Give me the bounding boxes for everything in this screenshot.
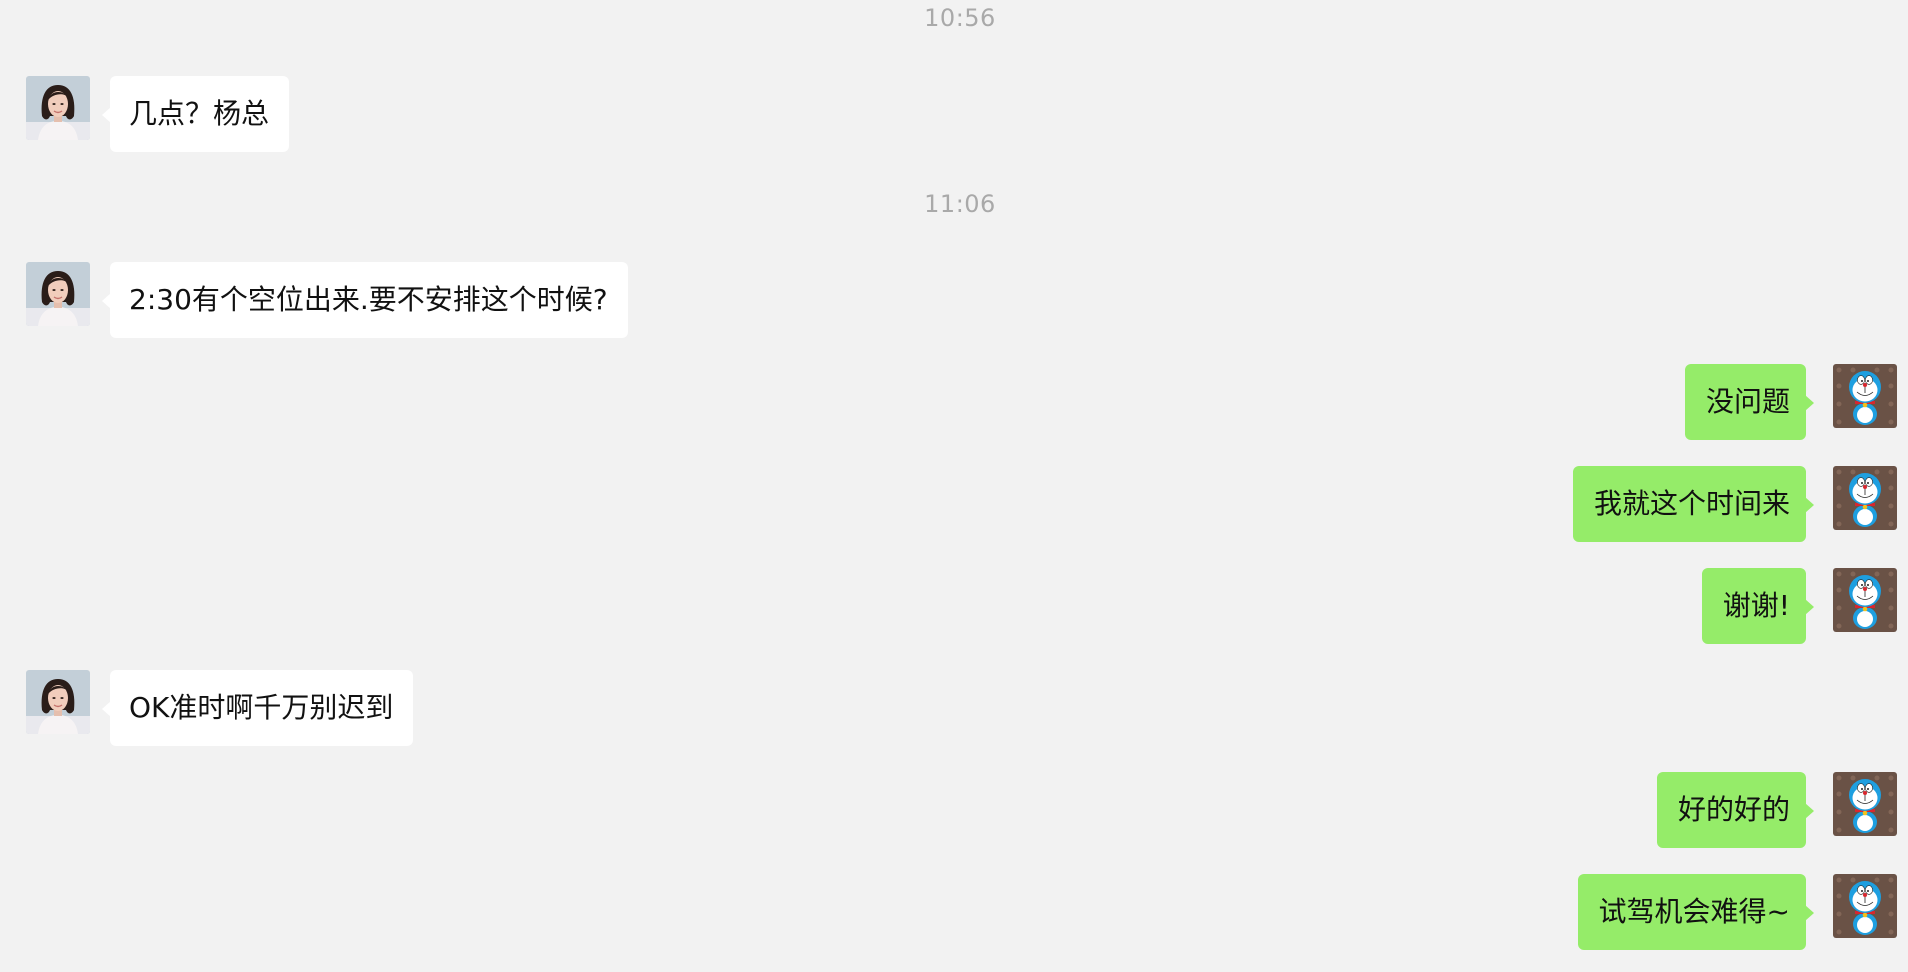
incoming-message-bubble[interactable]: 2:30有个空位出来.要不安排这个时候? — [102, 262, 628, 338]
message-row-1: 几点？杨总 — [0, 76, 1908, 152]
doraemon-avatar-icon[interactable] — [1833, 568, 1897, 632]
message-row-3: 没问题 — [0, 364, 1908, 440]
message-row-7: 好的好的 — [0, 772, 1908, 848]
outgoing-message-bubble[interactable]: 好的好的 — [1656, 772, 1815, 848]
outgoing-message-bubble[interactable]: 谢谢! — [1701, 568, 1815, 644]
outgoing-message-bubble[interactable]: 我就这个时间来 — [1572, 466, 1815, 542]
doraemon-avatar-icon[interactable] — [1833, 364, 1897, 428]
doraemon-avatar-icon[interactable] — [1833, 874, 1897, 938]
message-row-2: 2:30有个空位出来.要不安排这个时候? — [0, 262, 1908, 338]
contact-avatar-icon[interactable] — [26, 262, 90, 326]
outgoing-message-bubble[interactable]: 试驾机会难得~ — [1577, 874, 1815, 950]
incoming-message-bubble[interactable]: OK准时啊千万别迟到 — [101, 670, 414, 746]
timestamp-2: 11:06 — [924, 190, 996, 218]
doraemon-avatar-icon[interactable] — [1833, 466, 1897, 530]
message-row-5: 谢谢! — [0, 568, 1908, 644]
timestamp-1: 10:56 — [924, 4, 996, 32]
message-row-8: 试驾机会难得~ — [0, 874, 1908, 950]
contact-avatar-icon[interactable] — [26, 670, 90, 734]
outgoing-message-bubble[interactable]: 没问题 — [1684, 364, 1815, 440]
message-row-6: OK准时啊千万别迟到 — [0, 670, 1908, 746]
message-row-4: 我就这个时间来 — [0, 466, 1908, 542]
contact-avatar-icon[interactable] — [26, 76, 90, 140]
incoming-message-bubble[interactable]: 几点？杨总 — [101, 76, 290, 152]
doraemon-avatar-icon[interactable] — [1833, 772, 1897, 836]
